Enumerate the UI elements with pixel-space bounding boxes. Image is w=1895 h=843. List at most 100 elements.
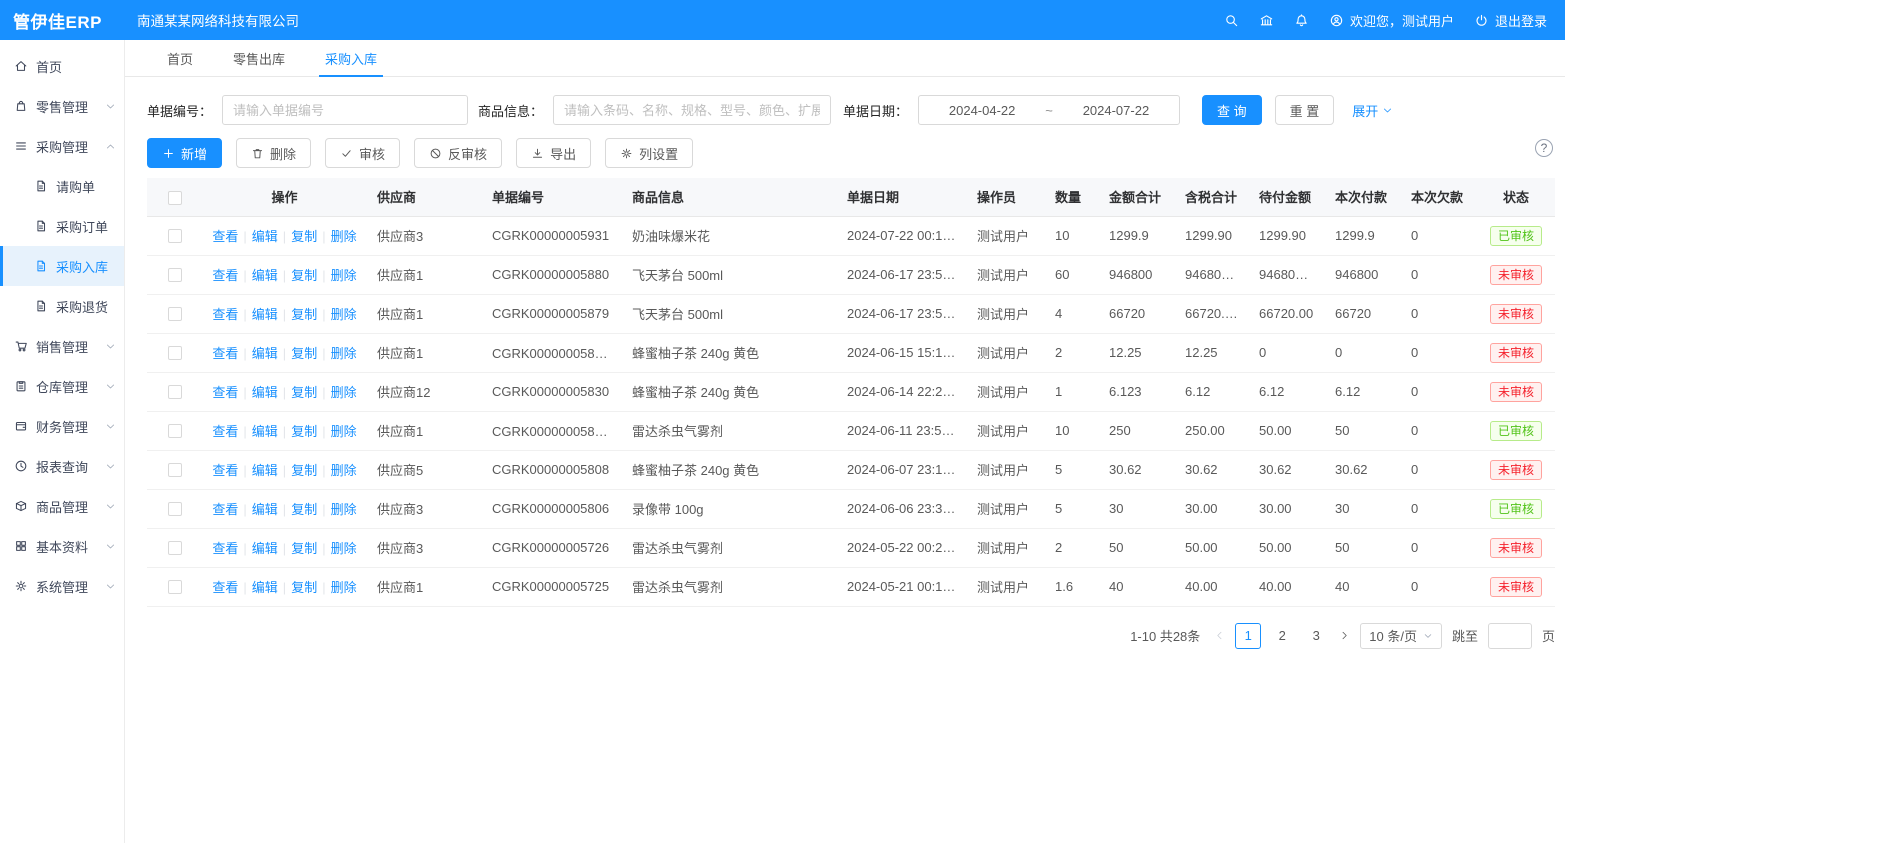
bank-icon[interactable]	[1259, 13, 1274, 28]
row-action-edit[interactable]: 编辑	[252, 502, 278, 517]
row-checkbox[interactable]	[168, 424, 182, 438]
row-action-view[interactable]: 查看	[212, 346, 238, 361]
row-action-copy[interactable]: 复制	[291, 346, 317, 361]
page-size-select[interactable]: 10 条/页	[1360, 623, 1442, 649]
row-checkbox[interactable]	[168, 502, 182, 516]
row-action-view[interactable]: 查看	[212, 502, 238, 517]
page-button-2[interactable]: 2	[1269, 623, 1295, 649]
product-input[interactable]	[553, 95, 831, 125]
chevron-right-icon[interactable]	[1339, 630, 1350, 641]
expand-toggle[interactable]: 展开	[1352, 101, 1393, 120]
row-action-delete[interactable]: 删除	[331, 541, 357, 556]
tab-purchase-inbound[interactable]: 采购入库	[311, 40, 391, 76]
table-row[interactable]: 查看|编辑|复制|删除供应商1CGRK00000005879飞天茅台 500ml…	[147, 294, 1555, 333]
date-to[interactable]: 2024-07-22	[1053, 103, 1179, 118]
sidebar-item-purchase-request[interactable]: 请购单	[0, 166, 124, 206]
row-action-copy[interactable]: 复制	[291, 463, 317, 478]
row-action-edit[interactable]: 编辑	[252, 229, 278, 244]
row-action-delete[interactable]: 删除	[331, 385, 357, 400]
logout-button[interactable]: 退出登录	[1474, 11, 1547, 30]
sidebar-item-purchase-inbound[interactable]: 采购入库	[0, 246, 124, 286]
row-checkbox[interactable]	[168, 463, 182, 477]
table-row[interactable]: 查看|编辑|复制|删除供应商3CGRK00000005931奶油味爆米花2024…	[147, 216, 1555, 255]
unaudit-button[interactable]: 反审核	[414, 138, 502, 168]
row-action-delete[interactable]: 删除	[331, 268, 357, 283]
row-action-edit[interactable]: 编辑	[252, 580, 278, 595]
sidebar-item-home[interactable]: 首页	[0, 46, 124, 86]
add-button[interactable]: 新增	[147, 138, 222, 168]
sidebar-item-purchase-return[interactable]: 采购退货	[0, 286, 124, 326]
row-action-copy[interactable]: 复制	[291, 502, 317, 517]
row-action-edit[interactable]: 编辑	[252, 307, 278, 322]
row-checkbox[interactable]	[168, 541, 182, 555]
date-range-picker[interactable]: 2024-04-22 ~ 2024-07-22	[918, 95, 1180, 125]
bill-no-input[interactable]	[222, 95, 468, 125]
row-action-delete[interactable]: 删除	[331, 346, 357, 361]
chevron-left-icon[interactable]	[1214, 630, 1225, 641]
row-action-delete[interactable]: 删除	[331, 463, 357, 478]
row-action-copy[interactable]: 复制	[291, 580, 317, 595]
bell-icon[interactable]	[1294, 13, 1309, 28]
row-action-edit[interactable]: 编辑	[252, 268, 278, 283]
sidebar-item-sales[interactable]: 销售管理	[0, 326, 124, 366]
date-from[interactable]: 2024-04-22	[919, 103, 1045, 118]
row-action-copy[interactable]: 复制	[291, 307, 317, 322]
table-row[interactable]: 查看|编辑|复制|删除供应商1CGRK00000005880飞天茅台 500ml…	[147, 255, 1555, 294]
row-action-view[interactable]: 查看	[212, 463, 238, 478]
table-row[interactable]: 查看|编辑|复制|删除供应商1CGRK00000005816[订]雷达杀虫气雾剂…	[147, 411, 1555, 450]
row-checkbox[interactable]	[168, 307, 182, 321]
table-row[interactable]: 查看|编辑|复制|删除供应商5CGRK00000005808蜂蜜柚子茶 240g…	[147, 450, 1555, 489]
table-row[interactable]: 查看|编辑|复制|删除供应商1CGRK00000005833[订]蜂蜜柚子茶 2…	[147, 333, 1555, 372]
sidebar-item-report[interactable]: 报表查询	[0, 446, 124, 486]
table-row[interactable]: 查看|编辑|复制|删除供应商12CGRK00000005830蜂蜜柚子茶 240…	[147, 372, 1555, 411]
delete-button[interactable]: 删除	[236, 138, 311, 168]
row-action-view[interactable]: 查看	[212, 307, 238, 322]
help-icon[interactable]: ?	[1535, 139, 1553, 157]
row-action-copy[interactable]: 复制	[291, 268, 317, 283]
row-checkbox[interactable]	[168, 268, 182, 282]
row-checkbox[interactable]	[168, 346, 182, 360]
row-action-delete[interactable]: 删除	[331, 502, 357, 517]
row-checkbox[interactable]	[168, 385, 182, 399]
row-action-delete[interactable]: 删除	[331, 580, 357, 595]
row-action-edit[interactable]: 编辑	[252, 346, 278, 361]
row-action-delete[interactable]: 删除	[331, 307, 357, 322]
select-all-checkbox[interactable]	[168, 191, 182, 205]
row-action-edit[interactable]: 编辑	[252, 541, 278, 556]
export-button[interactable]: 导出	[516, 138, 591, 168]
row-checkbox[interactable]	[168, 229, 182, 243]
row-action-copy[interactable]: 复制	[291, 229, 317, 244]
row-action-view[interactable]: 查看	[212, 268, 238, 283]
reset-button[interactable]: 重 置	[1275, 95, 1335, 125]
sidebar-item-finance[interactable]: 财务管理	[0, 406, 124, 446]
row-checkbox[interactable]	[168, 580, 182, 594]
page-button-3[interactable]: 3	[1303, 623, 1329, 649]
row-action-copy[interactable]: 复制	[291, 541, 317, 556]
row-action-edit[interactable]: 编辑	[252, 385, 278, 400]
page-button-1[interactable]: 1	[1235, 623, 1261, 649]
audit-button[interactable]: 审核	[325, 138, 400, 168]
row-action-view[interactable]: 查看	[212, 229, 238, 244]
row-action-copy[interactable]: 复制	[291, 424, 317, 439]
jump-page-input[interactable]	[1488, 623, 1532, 649]
row-action-view[interactable]: 查看	[212, 541, 238, 556]
sidebar-item-purchase[interactable]: 采购管理	[0, 126, 124, 166]
user-welcome[interactable]: 欢迎您，测试用户	[1329, 11, 1454, 30]
search-button[interactable]: 查 询	[1202, 95, 1262, 125]
row-action-edit[interactable]: 编辑	[252, 424, 278, 439]
row-action-copy[interactable]: 复制	[291, 385, 317, 400]
sidebar-item-retail[interactable]: 零售管理	[0, 86, 124, 126]
sidebar-item-goods[interactable]: 商品管理	[0, 486, 124, 526]
tab-retail-outbound[interactable]: 零售出库	[219, 40, 299, 76]
row-action-delete[interactable]: 删除	[331, 229, 357, 244]
table-row[interactable]: 查看|编辑|复制|删除供应商3CGRK00000005806录像带 100g20…	[147, 489, 1555, 528]
table-row[interactable]: 查看|编辑|复制|删除供应商3CGRK00000005726雷达杀虫气雾剂202…	[147, 528, 1555, 567]
row-action-view[interactable]: 查看	[212, 424, 238, 439]
table-row[interactable]: 查看|编辑|复制|删除供应商1CGRK00000005725雷达杀虫气雾剂202…	[147, 567, 1555, 606]
search-icon[interactable]	[1224, 13, 1239, 28]
sidebar-item-warehouse[interactable]: 仓库管理	[0, 366, 124, 406]
row-action-view[interactable]: 查看	[212, 580, 238, 595]
sidebar-item-system[interactable]: 系统管理	[0, 566, 124, 606]
tab-home[interactable]: 首页	[153, 40, 207, 76]
sidebar-item-basic[interactable]: 基本资料	[0, 526, 124, 566]
